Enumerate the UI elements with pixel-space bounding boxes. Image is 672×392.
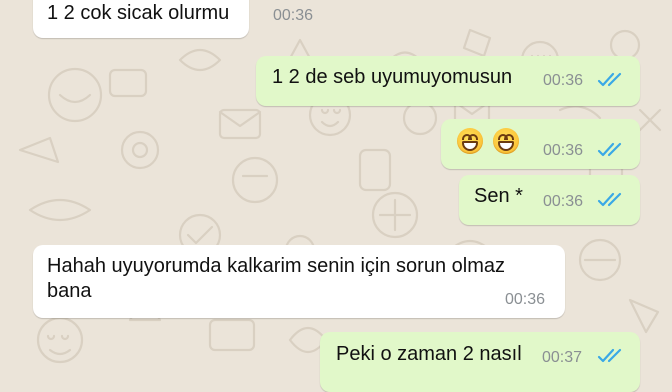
message-time: 00:36 — [543, 142, 584, 159]
message-bubble-incoming[interactable]: 1 2 cok sicak olurmu 00:36 — [33, 0, 313, 38]
message-text: Hahah uyuyorumda kalkarim senin için sor… — [47, 255, 505, 302]
message-bubble-outgoing[interactable]: Peki o zaman 2 nasıl 00:37 — [320, 332, 640, 392]
message-time: 00:36 — [505, 291, 546, 308]
message-time: 00:36 — [543, 193, 584, 210]
grinning-face-icon — [493, 128, 519, 154]
message-time: 00:37 — [542, 349, 583, 366]
message-text: Peki o zaman 2 nasıl — [336, 343, 522, 365]
message-bubble-outgoing[interactable]: 1 2 de seb uyumuyomusun 00:36 — [256, 56, 640, 106]
message-bubble-incoming[interactable]: Hahah uyuyorumda kalkarim senin için sor… — [33, 245, 565, 318]
message-bubble-outgoing[interactable]: 😄😄 00:36 — [441, 119, 640, 169]
message-text: Sen * — [474, 185, 523, 207]
read-receipt-ticks-icon — [597, 348, 622, 363]
read-receipt-ticks-icon — [597, 72, 622, 87]
message-time: 00:36 — [543, 72, 584, 89]
message-bubble-outgoing[interactable]: Sen * 00:36 — [459, 175, 640, 225]
grinning-face-icon — [457, 128, 483, 154]
message-text: 1 2 cok sicak olurmu — [47, 2, 230, 24]
read-receipt-ticks-icon — [597, 142, 622, 157]
message-time: 00:36 — [273, 7, 314, 24]
message-text: 1 2 de seb uyumuyomusun — [272, 66, 513, 88]
read-receipt-ticks-icon — [597, 192, 622, 207]
